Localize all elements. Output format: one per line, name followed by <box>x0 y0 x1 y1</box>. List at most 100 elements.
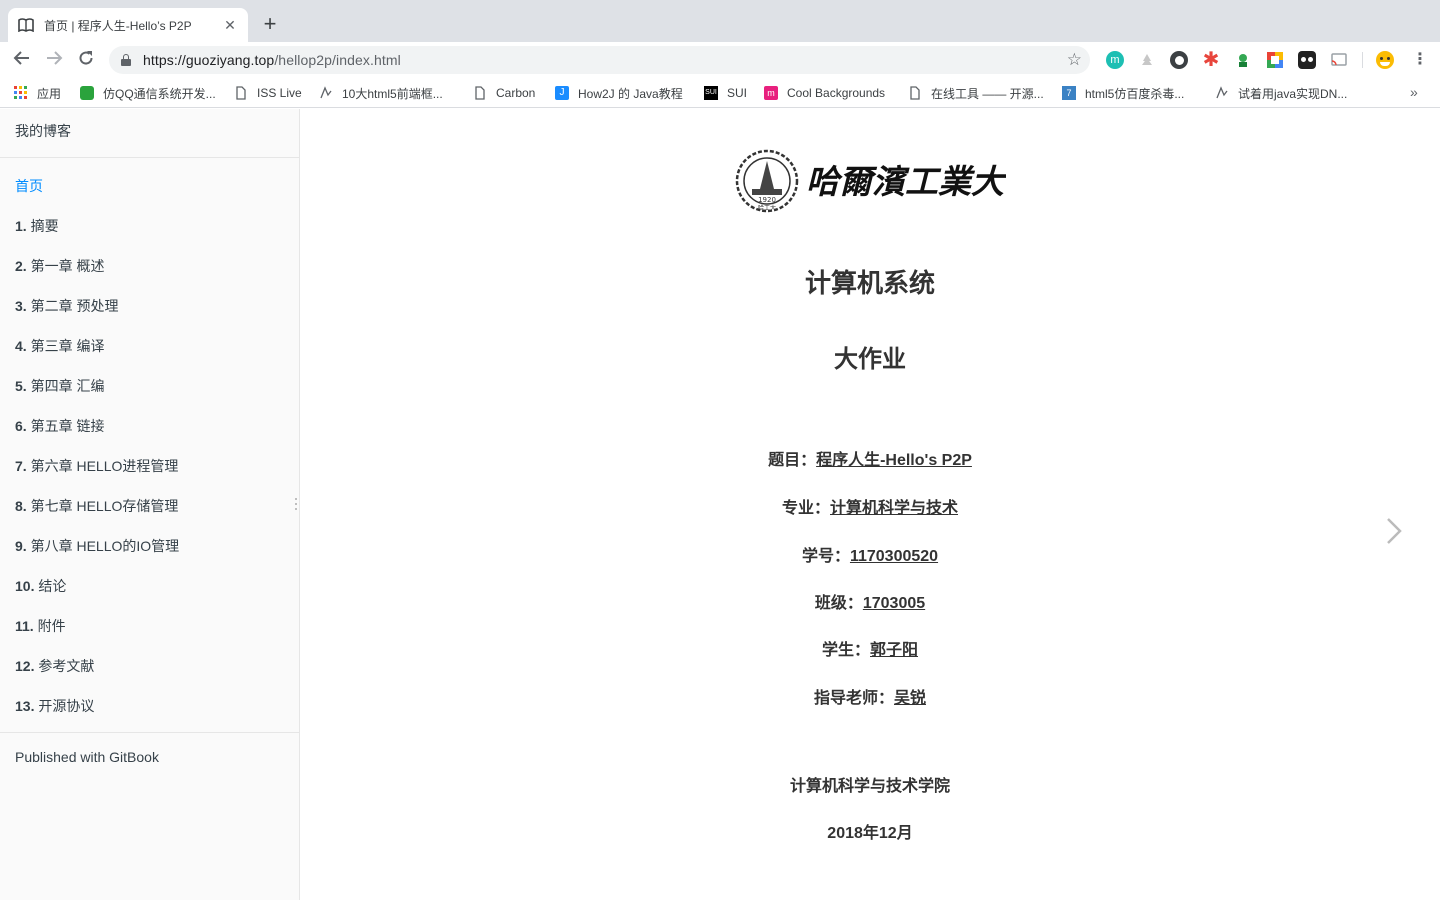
sidebar-item-number: 3. <box>15 298 27 314</box>
bookmark-item[interactable]: ISS Live <box>234 84 302 102</box>
bookmark-star-icon[interactable]: ☆ <box>1067 50 1082 70</box>
extension-asterisk-icon[interactable]: ✱ <box>1202 50 1220 70</box>
address-bar[interactable]: https://guoziyang.top/hellop2p/index.htm… <box>109 46 1090 74</box>
sidebar-item-chapter-1[interactable]: 2. 第一章 概述 <box>15 256 104 276</box>
field-label: 题目： <box>768 452 817 469</box>
bookmark-label: Cool Backgrounds <box>787 86 886 100</box>
cast-icon[interactable] <box>1330 51 1348 69</box>
tab-strip: 首页 | 程序人生-Hello’s P2P ✕ + <box>0 0 1440 42</box>
new-tab-button[interactable]: + <box>259 13 281 36</box>
bookmark-item[interactable]: m Cool Backgrounds <box>764 84 885 102</box>
back-button[interactable] <box>11 49 33 71</box>
field-label: 学生： <box>821 642 870 659</box>
published-with-gitbook-link[interactable]: Published with GitBook <box>15 749 159 765</box>
bookmark-label: Carbon <box>496 86 536 100</box>
sidebar-item-chapter-8[interactable]: 9. 第八章 HELLO的IO管理 <box>15 536 179 556</box>
school-name: 计算机科学与技术学院 <box>789 778 950 795</box>
sidebar-item-chapter-6[interactable]: 7. 第六章 HELLO进程管理 <box>15 456 178 476</box>
reload-icon <box>79 51 93 65</box>
sidebar-item-chapter-2[interactable]: 3. 第二章 预处理 <box>15 296 118 316</box>
bookmark-item[interactable]: 试着用java实现DN... <box>1215 84 1347 102</box>
browser-tab[interactable]: 首页 | 程序人生-Hello’s P2P ✕ <box>8 8 248 42</box>
sidebar-item-label: 第五章 链接 <box>30 418 105 434</box>
how2j-icon: J <box>555 86 569 100</box>
sidebar-item-number: 10. <box>15 578 35 594</box>
sidebar-item-chapter-7[interactable]: 8. 第七章 HELLO存储管理 <box>15 496 178 516</box>
sidebar-item-license[interactable]: 13. 开源协议 <box>15 696 94 716</box>
bookmark-item[interactable]: SUI SUI <box>704 84 747 102</box>
bookmarks-bar: 应用 仿QQ通信系统开发... ISS Live 10大html5前端框... … <box>0 78 1440 108</box>
sidebar-item-number: 11. <box>15 618 34 634</box>
field-major: 专业：计算机科学与技术 <box>300 494 1440 518</box>
sidebar-item-appendix[interactable]: 11. 附件 <box>15 616 66 636</box>
bookmark-item[interactable]: J How2J 的 Java教程 <box>555 84 683 102</box>
bookmark-item[interactable]: 仿QQ通信系统开发... <box>80 84 216 102</box>
profile-avatar-icon[interactable] <box>1376 51 1394 69</box>
page-subtitle: 大作业 <box>834 346 906 373</box>
bookmark-item[interactable]: 在线工具 —— 开源... <box>908 84 1044 102</box>
sidebar-item-label: 第八章 HELLO的IO管理 <box>30 538 180 554</box>
sidebar-item-chapter-4[interactable]: 5. 第四章 汇编 <box>15 376 104 396</box>
sidebar-item-number: 4. <box>15 338 27 354</box>
sidebar-item-abstract[interactable]: 1. 摘要 <box>15 216 59 236</box>
reload-button[interactable] <box>75 49 97 71</box>
lock-icon <box>121 54 131 66</box>
page-content: 1920 哈工大 哈爾濱工業大學 计算机系统 大作业 题目：程序人生-Hello… <box>300 109 1440 900</box>
sidebar-item-home[interactable]: 首页 <box>15 176 43 196</box>
page-title: 计算机系统 <box>804 268 935 298</box>
extension-colorful-icon[interactable] <box>1266 51 1284 69</box>
sidebar-item-number: 5. <box>15 378 27 394</box>
sidebar-item-label: 附件 <box>37 618 66 634</box>
arrow-left-icon <box>13 51 29 65</box>
link-icon <box>1215 86 1229 100</box>
sidebar-item-label: 结论 <box>38 578 67 594</box>
close-icon[interactable]: ✕ <box>222 17 238 33</box>
date-text: 2018年12月 <box>827 825 913 842</box>
apps-grid-icon <box>14 86 28 100</box>
sidebar-item-chapter-3[interactable]: 4. 第三章 编译 <box>15 336 104 356</box>
sidebar-item-number: 6. <box>15 418 27 434</box>
field-class: 班级：1703005 <box>300 589 1440 613</box>
sidebar-item-number: 8. <box>15 498 27 514</box>
extension-tree-icon[interactable] <box>1138 51 1156 69</box>
svg-text:哈工大: 哈工大 <box>758 204 776 212</box>
page-icon <box>473 86 487 100</box>
bookmark-label: html5仿百度杀毒... <box>1085 86 1185 101</box>
bookmark-label: ISS Live <box>257 86 302 100</box>
sidebar-item-label: 第一章 概述 <box>30 258 105 274</box>
url-text: https://guoziyang.top/hellop2p/index.htm… <box>143 52 401 68</box>
field-topic: 题目：程序人生-Hello's P2P <box>300 446 1440 470</box>
sidebar-header-link[interactable]: 我的博客 <box>15 121 71 141</box>
sidebar-resize-handle[interactable] <box>294 497 298 511</box>
menu-dots-icon[interactable]: ⋮ <box>1412 50 1428 70</box>
chevron-right-icon <box>1387 518 1402 544</box>
sidebar-item-label: 第七章 HELLO存储管理 <box>30 498 179 514</box>
sidebar-item-number: 7. <box>15 458 27 474</box>
book-icon <box>18 17 34 33</box>
university-logo: 1920 哈工大 哈爾濱工業大學 <box>734 149 1041 213</box>
sidebar-divider <box>0 157 299 158</box>
field-advisor: 指导老师：吴锐 <box>300 684 1440 708</box>
next-page-button[interactable] <box>1384 516 1404 546</box>
extension-green-icon[interactable] <box>1234 51 1252 69</box>
sidebar-item-references[interactable]: 12. 参考文献 <box>15 656 94 676</box>
page-icon <box>234 86 248 100</box>
extension-eyes-icon[interactable] <box>1298 51 1316 69</box>
arrow-right-icon <box>47 51 63 65</box>
bookmark-label: 应用 <box>37 86 62 101</box>
bookmark-item[interactable]: 7 html5仿百度杀毒... <box>1062 84 1184 102</box>
bookmark-item[interactable]: 10大html5前端框... <box>319 84 443 102</box>
extension-dark-circle-icon[interactable] <box>1170 51 1188 69</box>
double-chevron-right-icon[interactable]: » <box>1410 84 1418 100</box>
field-value: 计算机科学与技术 <box>830 500 959 517</box>
extension-m-icon[interactable]: m <box>1106 51 1124 69</box>
bookmark-item[interactable]: Carbon <box>473 84 535 102</box>
bookmark-label: SUI <box>727 86 748 100</box>
bookmark-label: How2J 的 Java教程 <box>578 86 683 101</box>
sidebar-item-chapter-5[interactable]: 6. 第五章 链接 <box>15 416 104 436</box>
sidebar-item-conclusion[interactable]: 10. 结论 <box>15 576 66 596</box>
forward-button[interactable] <box>43 49 65 71</box>
bookmark-label: 试着用java实现DN... <box>1238 86 1348 101</box>
bookmark-item[interactable]: 应用 <box>14 84 61 102</box>
field-value: 郭子阳 <box>870 642 919 659</box>
